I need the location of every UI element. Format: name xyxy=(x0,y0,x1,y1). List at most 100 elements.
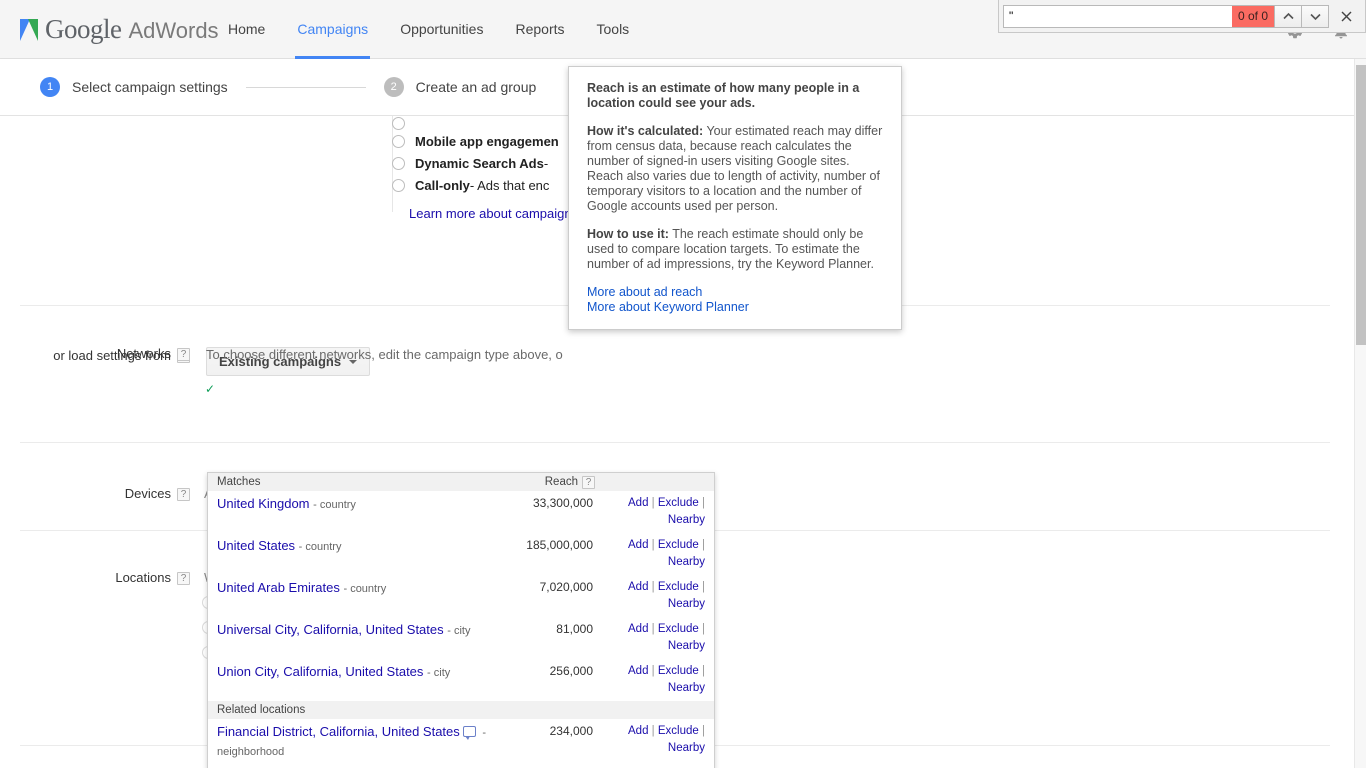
chevron-up-icon xyxy=(1282,12,1294,19)
exclude-link[interactable]: Exclude xyxy=(658,665,699,677)
scrollbar-thumb[interactable] xyxy=(1356,65,1366,345)
locations-label: Locations xyxy=(115,570,171,585)
suggestion-row[interactable]: United Arab Emirates - country 7,020,000… xyxy=(208,575,714,617)
more-about-ad-reach-link[interactable]: More about ad reach xyxy=(587,285,883,300)
networks-label: Networks xyxy=(116,346,171,361)
logo-google-text: Google xyxy=(45,14,122,44)
add-link[interactable]: Add xyxy=(628,623,648,635)
exclude-link[interactable]: Exclude xyxy=(658,623,699,635)
nav-item-opportunities[interactable]: Opportunities xyxy=(384,0,499,59)
suggestions-related-header: Related locations xyxy=(208,701,714,719)
suggestion-actions: Add | Exclude | Nearby xyxy=(628,725,705,754)
suggestion-actions: Add | Exclude | Nearby xyxy=(628,497,705,526)
suggestion-name[interactable]: Universal City, California, United State… xyxy=(217,621,497,640)
suggestion-row[interactable]: United States - country 185,000,000 Add … xyxy=(208,533,714,575)
find-previous-button[interactable] xyxy=(1275,4,1302,28)
suggestion-name[interactable]: Financial District, California, United S… xyxy=(217,723,497,761)
check-icon: ✓ xyxy=(205,382,216,396)
suggestions-matches-header: Matches Reach ? xyxy=(208,473,714,491)
find-input[interactable] xyxy=(1004,5,1232,27)
reach-help-tooltip: Reach is an estimate of how many people … xyxy=(568,66,902,330)
suggestion-reach: 7,020,000 xyxy=(539,580,593,594)
map-bubble-icon xyxy=(462,726,476,740)
radio-button-icon[interactable] xyxy=(392,156,405,170)
networks-description: To choose different networks, edit the c… xyxy=(206,347,563,362)
find-field-wrapper[interactable]: 0 of 0 xyxy=(1003,4,1275,28)
reach-tooltip-title: Reach is an estimate of how many people … xyxy=(587,81,860,110)
reach-tooltip-calculated-heading: How it's calculated: xyxy=(587,124,704,138)
chevron-down-icon xyxy=(1309,13,1321,20)
suggestion-name[interactable]: United Arab Emirates - country xyxy=(217,579,497,598)
exclude-link[interactable]: Exclude xyxy=(658,539,699,551)
add-link[interactable]: Add xyxy=(628,581,648,593)
add-link[interactable]: Add xyxy=(628,497,648,509)
suggestion-name[interactable]: United Kingdom - country xyxy=(217,495,497,514)
step-number-2: 2 xyxy=(383,77,404,97)
help-icon[interactable]: ? xyxy=(177,572,190,586)
locations-label-wrapper: Locations? xyxy=(10,570,190,586)
campaign-type-desc-call-only: - Ads that enc xyxy=(469,177,550,193)
nearby-link[interactable]: Nearby xyxy=(668,742,705,754)
nearby-link[interactable]: Nearby xyxy=(668,514,705,526)
step-label-2: Create an ad group xyxy=(415,79,537,95)
nearby-link[interactable]: Nearby xyxy=(668,640,705,652)
matches-header-label: Matches xyxy=(217,476,261,488)
page-scrollbar[interactable] xyxy=(1354,59,1366,768)
find-close-button[interactable] xyxy=(1333,3,1359,29)
add-link[interactable]: Add xyxy=(628,725,648,737)
logo-adwords-text: AdWords xyxy=(128,18,219,43)
nearby-link[interactable]: Nearby xyxy=(668,598,705,610)
radio-button-icon[interactable] xyxy=(392,178,405,192)
reach-tooltip-usage-heading: How to use it: xyxy=(587,227,669,241)
find-match-count: 0 of 0 xyxy=(1231,5,1274,27)
campaign-type-label-mobile-app: Mobile app engagemen xyxy=(415,133,559,149)
devices-label: Devices xyxy=(124,486,171,501)
find-next-button[interactable] xyxy=(1302,4,1329,28)
campaign-type-desc-dynamic-search: - xyxy=(543,155,549,171)
radio-button-icon[interactable] xyxy=(392,134,405,148)
exclude-link[interactable]: Exclude xyxy=(658,725,699,737)
campaign-type-label-call-only: Call-only xyxy=(415,177,470,193)
help-icon[interactable]: ? xyxy=(177,348,190,362)
close-icon xyxy=(1341,11,1351,21)
suggestion-actions: Add | Exclude | Nearby xyxy=(628,539,705,568)
step-select-campaign-settings[interactable]: 1 Select campaign settings xyxy=(40,77,228,97)
suggestion-row[interactable]: Universal City, California, United State… xyxy=(208,617,714,659)
nav-item-campaigns[interactable]: Campaigns xyxy=(281,0,384,59)
suggestion-reach: 234,000 xyxy=(549,724,593,738)
reach-header-label: Reach xyxy=(544,476,578,488)
suggestion-reach: 185,000,000 xyxy=(526,538,593,552)
nav-item-tools[interactable]: Tools xyxy=(581,0,646,59)
google-logo-icon xyxy=(20,18,38,41)
radio-button-icon[interactable] xyxy=(392,116,405,130)
suggestion-actions: Add | Exclude | Nearby xyxy=(628,665,705,694)
reach-tooltip-usage: How to use it: The reach estimate should… xyxy=(587,227,883,272)
more-about-keyword-planner-link[interactable]: More about Keyword Planner xyxy=(587,300,883,315)
suggestion-row[interactable]: Financial District, California, United S… xyxy=(208,719,714,765)
help-icon[interactable]: ? xyxy=(177,488,190,502)
suggestion-reach: 33,300,000 xyxy=(532,496,593,510)
suggestion-row[interactable]: Union City, California, United States - … xyxy=(208,659,714,701)
step-label-1: Select campaign settings xyxy=(72,79,228,95)
reach-tooltip-calculated: How it's calculated: Your estimated reac… xyxy=(587,124,883,214)
nearby-link[interactable]: Nearby xyxy=(668,556,705,568)
devices-label-wrapper: Devices? xyxy=(10,486,190,502)
suggestion-row[interactable]: United Kingdom - country 33,300,000 Add … xyxy=(208,491,714,533)
suggestion-actions: Add | Exclude | Nearby xyxy=(628,623,705,652)
nav-item-reports[interactable]: Reports xyxy=(499,0,580,59)
suggestion-name[interactable]: Union City, California, United States - … xyxy=(217,663,497,682)
suggestion-actions: Add | Exclude | Nearby xyxy=(628,581,705,610)
reach-help-icon[interactable]: ? xyxy=(582,475,595,489)
add-link[interactable]: Add xyxy=(628,539,648,551)
exclude-link[interactable]: Exclude xyxy=(658,497,699,509)
related-locations-header-label: Related locations xyxy=(217,704,306,716)
exclude-link[interactable]: Exclude xyxy=(658,581,699,593)
nav-item-home[interactable]: Home xyxy=(212,0,281,59)
add-link[interactable]: Add xyxy=(628,665,648,677)
step-create-ad-group[interactable]: 2 Create an ad group xyxy=(383,77,537,97)
suggestion-reach: 81,000 xyxy=(556,622,593,636)
suggestion-name[interactable]: United States - country xyxy=(217,537,497,556)
adwords-logo[interactable]: Google AdWords xyxy=(20,14,219,45)
section-divider xyxy=(20,442,1330,443)
nearby-link[interactable]: Nearby xyxy=(668,682,705,694)
